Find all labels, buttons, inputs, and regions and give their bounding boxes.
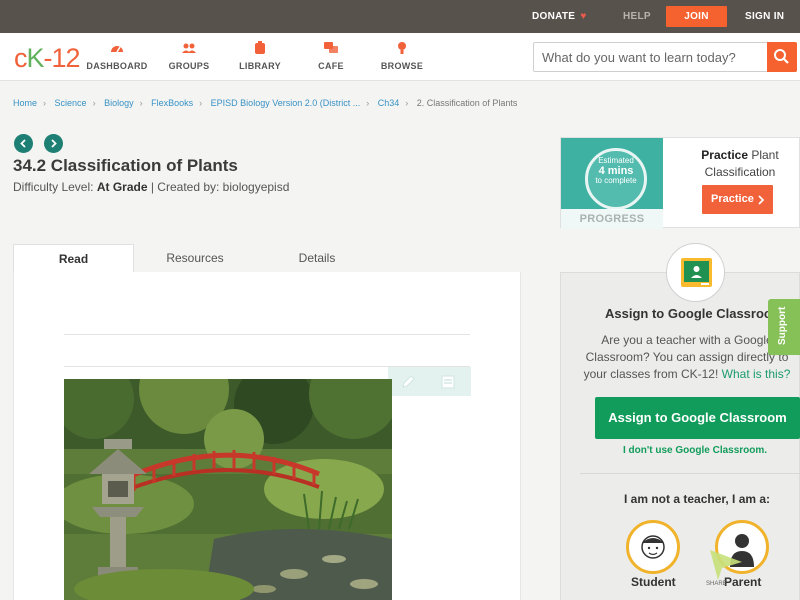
tab-read[interactable]: Read (13, 244, 134, 273)
nav-library[interactable]: LIBRARY (220, 41, 300, 71)
chevron-left-icon (20, 139, 26, 148)
nav-groups[interactable]: GROUPS (149, 41, 229, 71)
practice-title: Practice Plant Classification (701, 148, 779, 179)
article-meta: Difficulty Level: At Grade | Created by:… (13, 180, 290, 194)
breadcrumb-chapter[interactable]: Ch34 (378, 98, 400, 108)
main-header: cK-12 DASHBOARD GROUPS LIBRARY CAFE BROW… (0, 33, 800, 81)
difficulty-value: At Grade (96, 180, 148, 194)
help-link[interactable]: HELP (623, 0, 651, 33)
next-button[interactable] (44, 134, 63, 153)
divider (580, 473, 800, 474)
nav-cafe[interactable]: CAFE (291, 41, 371, 71)
google-classroom-title: Assign to Google Classroom (605, 306, 784, 321)
dont-use-google-classroom-link[interactable]: I don't use Google Classroom. (560, 445, 800, 456)
tab-details[interactable]: Details (257, 244, 377, 273)
practice-progress-badge: Estimated 4 mins to complete PROGRESS (561, 138, 663, 229)
browse-icon (398, 42, 406, 54)
breadcrumb-home[interactable]: Home (13, 98, 37, 108)
practice-card: Estimated 4 mins to complete PROGRESS Pr… (560, 137, 800, 229)
divider (64, 334, 470, 335)
breadcrumb-current: 2. Classification of Plants (416, 98, 518, 108)
page-title: 34.2 Classification of Plants (13, 156, 238, 175)
breadcrumb: Home › Science › Biology › FlexBooks › EPISD… (13, 98, 518, 108)
chevron-right-icon (51, 139, 57, 148)
breadcrumb-flexbooks[interactable]: FlexBooks (151, 98, 193, 108)
nav-browse[interactable]: BROWSE (362, 41, 442, 71)
progress-label: PROGRESS (561, 209, 663, 229)
search-icon (774, 49, 789, 64)
ck12-logo[interactable]: cK-12 (14, 43, 81, 74)
breadcrumb-science[interactable]: Science (55, 98, 87, 108)
dashboard-icon (111, 46, 123, 53)
top-bar: DONATE ♥ HELP JOIN SIGN IN (0, 0, 800, 33)
breadcrumb-biology[interactable]: Biology (104, 98, 134, 108)
google-classroom-description: Are you a teacher with a Google Classroo… (583, 333, 791, 381)
student-role-button[interactable] (626, 520, 680, 574)
breadcrumb-book[interactable]: EPISD Biology Version 2.0 (District ... (211, 98, 361, 108)
groups-icon (182, 43, 196, 53)
garden-bridge-image (64, 379, 392, 600)
previous-button[interactable] (14, 134, 33, 153)
google-classroom-logo (666, 243, 725, 302)
search-box (533, 42, 797, 72)
chevron-right-icon (758, 195, 765, 205)
donate-link[interactable]: DONATE ♥ (532, 0, 587, 33)
nav-dashboard[interactable]: DASHBOARD (77, 41, 157, 71)
google-classroom-icon (681, 258, 712, 287)
search-input[interactable] (534, 43, 764, 71)
practice-button[interactable]: Practice (702, 185, 773, 214)
sign-in-link[interactable]: SIGN IN (745, 0, 784, 33)
not-teacher-label: I am not a teacher, I am a: (624, 492, 771, 506)
notes-icon[interactable] (440, 374, 456, 390)
share-icon[interactable] (708, 548, 744, 582)
what-is-this-link[interactable]: What is this? (722, 367, 791, 381)
heart-icon: ♥ (577, 11, 587, 22)
student-label: Student (631, 575, 676, 589)
created-by: | Created by: biologyepisd (150, 180, 290, 194)
library-icon (255, 41, 265, 54)
assign-google-classroom-button[interactable]: Assign to Google Classroom (595, 397, 800, 439)
pencil-icon[interactable] (400, 374, 416, 390)
share-label: SHARE (706, 581, 727, 587)
content-toolbox (388, 367, 471, 396)
cafe-icon (324, 42, 338, 53)
tab-resources[interactable]: Resources (135, 244, 255, 273)
join-button[interactable]: JOIN (666, 6, 727, 27)
student-icon (641, 535, 665, 559)
support-tab[interactable]: Support (768, 299, 800, 355)
search-button[interactable] (767, 42, 797, 72)
